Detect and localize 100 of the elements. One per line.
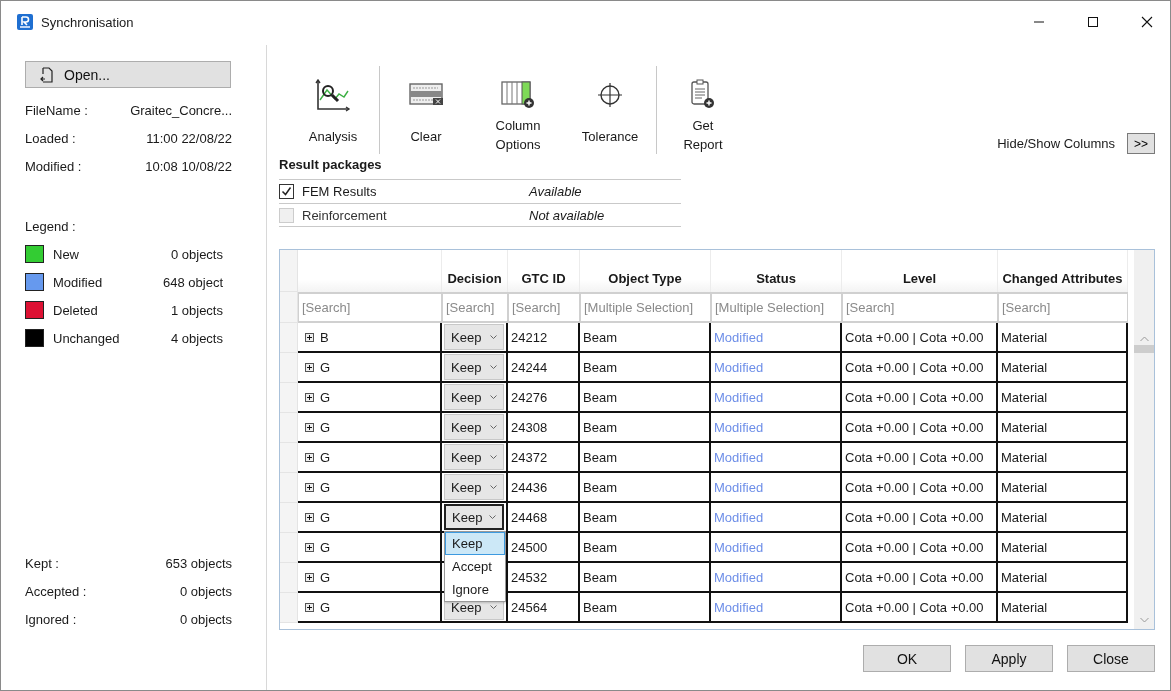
table-cell: 24276 bbox=[508, 383, 580, 413]
dialog-button[interactable]: Close bbox=[1067, 645, 1155, 672]
table-cell: Cota +0.00 | Cota +0.00 bbox=[842, 413, 998, 443]
expand-icon[interactable] bbox=[305, 572, 314, 582]
table-cell: Beam bbox=[580, 353, 711, 383]
package-name: Reinforcement bbox=[302, 207, 388, 223]
row-header[interactable] bbox=[280, 563, 298, 593]
hide-show-label: Hide/Show Columns bbox=[997, 136, 1115, 151]
table-cell: Material bbox=[998, 533, 1128, 563]
dropdown-option[interactable]: Keep bbox=[445, 532, 505, 555]
row-header[interactable] bbox=[280, 443, 298, 473]
row-name: G bbox=[320, 359, 331, 375]
column-header[interactable]: Object Type bbox=[580, 250, 711, 292]
legend-count: 1 objects bbox=[170, 302, 223, 318]
maximize-icon[interactable] bbox=[1087, 16, 1099, 28]
filter-field[interactable]: [Search] bbox=[998, 292, 1128, 323]
legend-count: 4 objects bbox=[170, 330, 223, 346]
scroll-thumb[interactable] bbox=[1134, 345, 1154, 353]
app-icon bbox=[17, 14, 33, 30]
expand-icon[interactable] bbox=[305, 452, 314, 462]
table-cell: Cota +0.00 | Cota +0.00 bbox=[842, 323, 998, 353]
table-cell: Material bbox=[998, 593, 1128, 623]
filter-field[interactable]: [Multiple Selection] bbox=[580, 292, 711, 323]
legend-label: Unchanged bbox=[53, 330, 121, 346]
expand-icon[interactable] bbox=[305, 512, 314, 522]
row-header[interactable] bbox=[280, 593, 298, 623]
column-header[interactable]: Level bbox=[842, 250, 998, 292]
chevron-icon bbox=[490, 424, 497, 430]
row-name: G bbox=[320, 419, 331, 435]
table-cell: Cota +0.00 | Cota +0.00 bbox=[842, 473, 998, 503]
row-header[interactable] bbox=[280, 473, 298, 503]
dialog-button[interactable]: OK bbox=[863, 645, 951, 672]
filter-field[interactable]: [Search] bbox=[508, 292, 580, 323]
summary-label: Kept : bbox=[25, 555, 59, 572]
expand-icon[interactable] bbox=[305, 602, 314, 612]
decision-dropdown[interactable]: Keep bbox=[444, 474, 504, 500]
toolbar-button[interactable]: Analysis bbox=[287, 64, 379, 154]
column-header[interactable] bbox=[298, 250, 442, 292]
column-header[interactable]: Changed Attributes bbox=[998, 250, 1128, 292]
table-cell: Cota +0.00 | Cota +0.00 bbox=[842, 593, 998, 623]
table-cell: Beam bbox=[580, 443, 711, 473]
decision-dropdown[interactable]: Keep bbox=[444, 354, 504, 380]
row-header[interactable] bbox=[280, 533, 298, 563]
filter-field[interactable]: [Search] bbox=[842, 292, 998, 323]
summary-label: Accepted : bbox=[25, 583, 87, 600]
legend-title: Legend : bbox=[25, 218, 77, 235]
table-cell: 24532 bbox=[508, 563, 580, 593]
checkbox[interactable] bbox=[279, 184, 294, 199]
expand-columns-button[interactable]: >> bbox=[1127, 133, 1155, 154]
decision-dropdown[interactable]: Keep bbox=[444, 324, 504, 350]
expand-icon[interactable] bbox=[305, 422, 314, 432]
row-header bbox=[280, 250, 298, 292]
row-header[interactable] bbox=[280, 323, 298, 353]
filter-field[interactable]: [Search] bbox=[298, 292, 442, 323]
toolbar-button[interactable]: Column Options bbox=[472, 64, 564, 154]
column-header[interactable]: Status bbox=[711, 250, 842, 292]
decision-dropdown[interactable]: Keep bbox=[444, 384, 504, 410]
table-cell: 24468 bbox=[508, 503, 580, 533]
dropdown-option[interactable]: Accept bbox=[445, 555, 505, 578]
legend-label: Deleted bbox=[53, 302, 99, 318]
info-value: Graitec_Concre... bbox=[130, 102, 232, 119]
chevron-icon bbox=[490, 484, 497, 490]
table-cell: Modified bbox=[711, 413, 842, 443]
toolbar-button[interactable]: Get Report bbox=[657, 64, 749, 154]
expand-icon[interactable] bbox=[305, 332, 314, 342]
row-name: B bbox=[320, 329, 329, 345]
table-cell: Material bbox=[998, 353, 1128, 383]
expand-icon[interactable] bbox=[305, 482, 314, 492]
table-cell: Material bbox=[998, 413, 1128, 443]
scroll-down-icon[interactable] bbox=[1139, 617, 1149, 623]
filter-field[interactable]: [Multiple Selection] bbox=[711, 292, 842, 323]
filter-field[interactable]: [Search] bbox=[442, 292, 508, 323]
row-name: G bbox=[320, 479, 331, 495]
dialog-button[interactable]: Apply bbox=[965, 645, 1053, 672]
row-header[interactable] bbox=[280, 503, 298, 533]
scroll-up-icon[interactable] bbox=[1139, 336, 1149, 342]
close-icon[interactable] bbox=[1141, 16, 1153, 28]
table-cell: Beam bbox=[580, 473, 711, 503]
toolbar-button[interactable]: Tolerance bbox=[564, 64, 656, 154]
column-header[interactable]: Decision bbox=[442, 250, 508, 292]
decision-dropdown[interactable]: Keep bbox=[444, 504, 504, 530]
toolbar-button[interactable]: Clear bbox=[380, 64, 472, 154]
info-value: 10:08 10/08/22 bbox=[145, 158, 232, 175]
table-cell: Material bbox=[998, 443, 1128, 473]
open-button[interactable]: Open... bbox=[25, 61, 231, 88]
column-header[interactable]: GTC ID bbox=[508, 250, 580, 292]
table-cell: Cota +0.00 | Cota +0.00 bbox=[842, 353, 998, 383]
decision-dropdown[interactable]: Keep bbox=[444, 444, 504, 470]
row-header[interactable] bbox=[280, 353, 298, 383]
row-header bbox=[280, 292, 298, 323]
expand-icon[interactable] bbox=[305, 362, 314, 372]
table-cell: Modified bbox=[711, 383, 842, 413]
table-cell: Modified bbox=[711, 323, 842, 353]
expand-icon[interactable] bbox=[305, 542, 314, 552]
expand-icon[interactable] bbox=[305, 392, 314, 402]
decision-dropdown[interactable]: Keep bbox=[444, 414, 504, 440]
row-header[interactable] bbox=[280, 413, 298, 443]
row-header[interactable] bbox=[280, 383, 298, 413]
package-name: FEM Results bbox=[302, 184, 378, 199]
chevron-icon bbox=[490, 394, 497, 400]
